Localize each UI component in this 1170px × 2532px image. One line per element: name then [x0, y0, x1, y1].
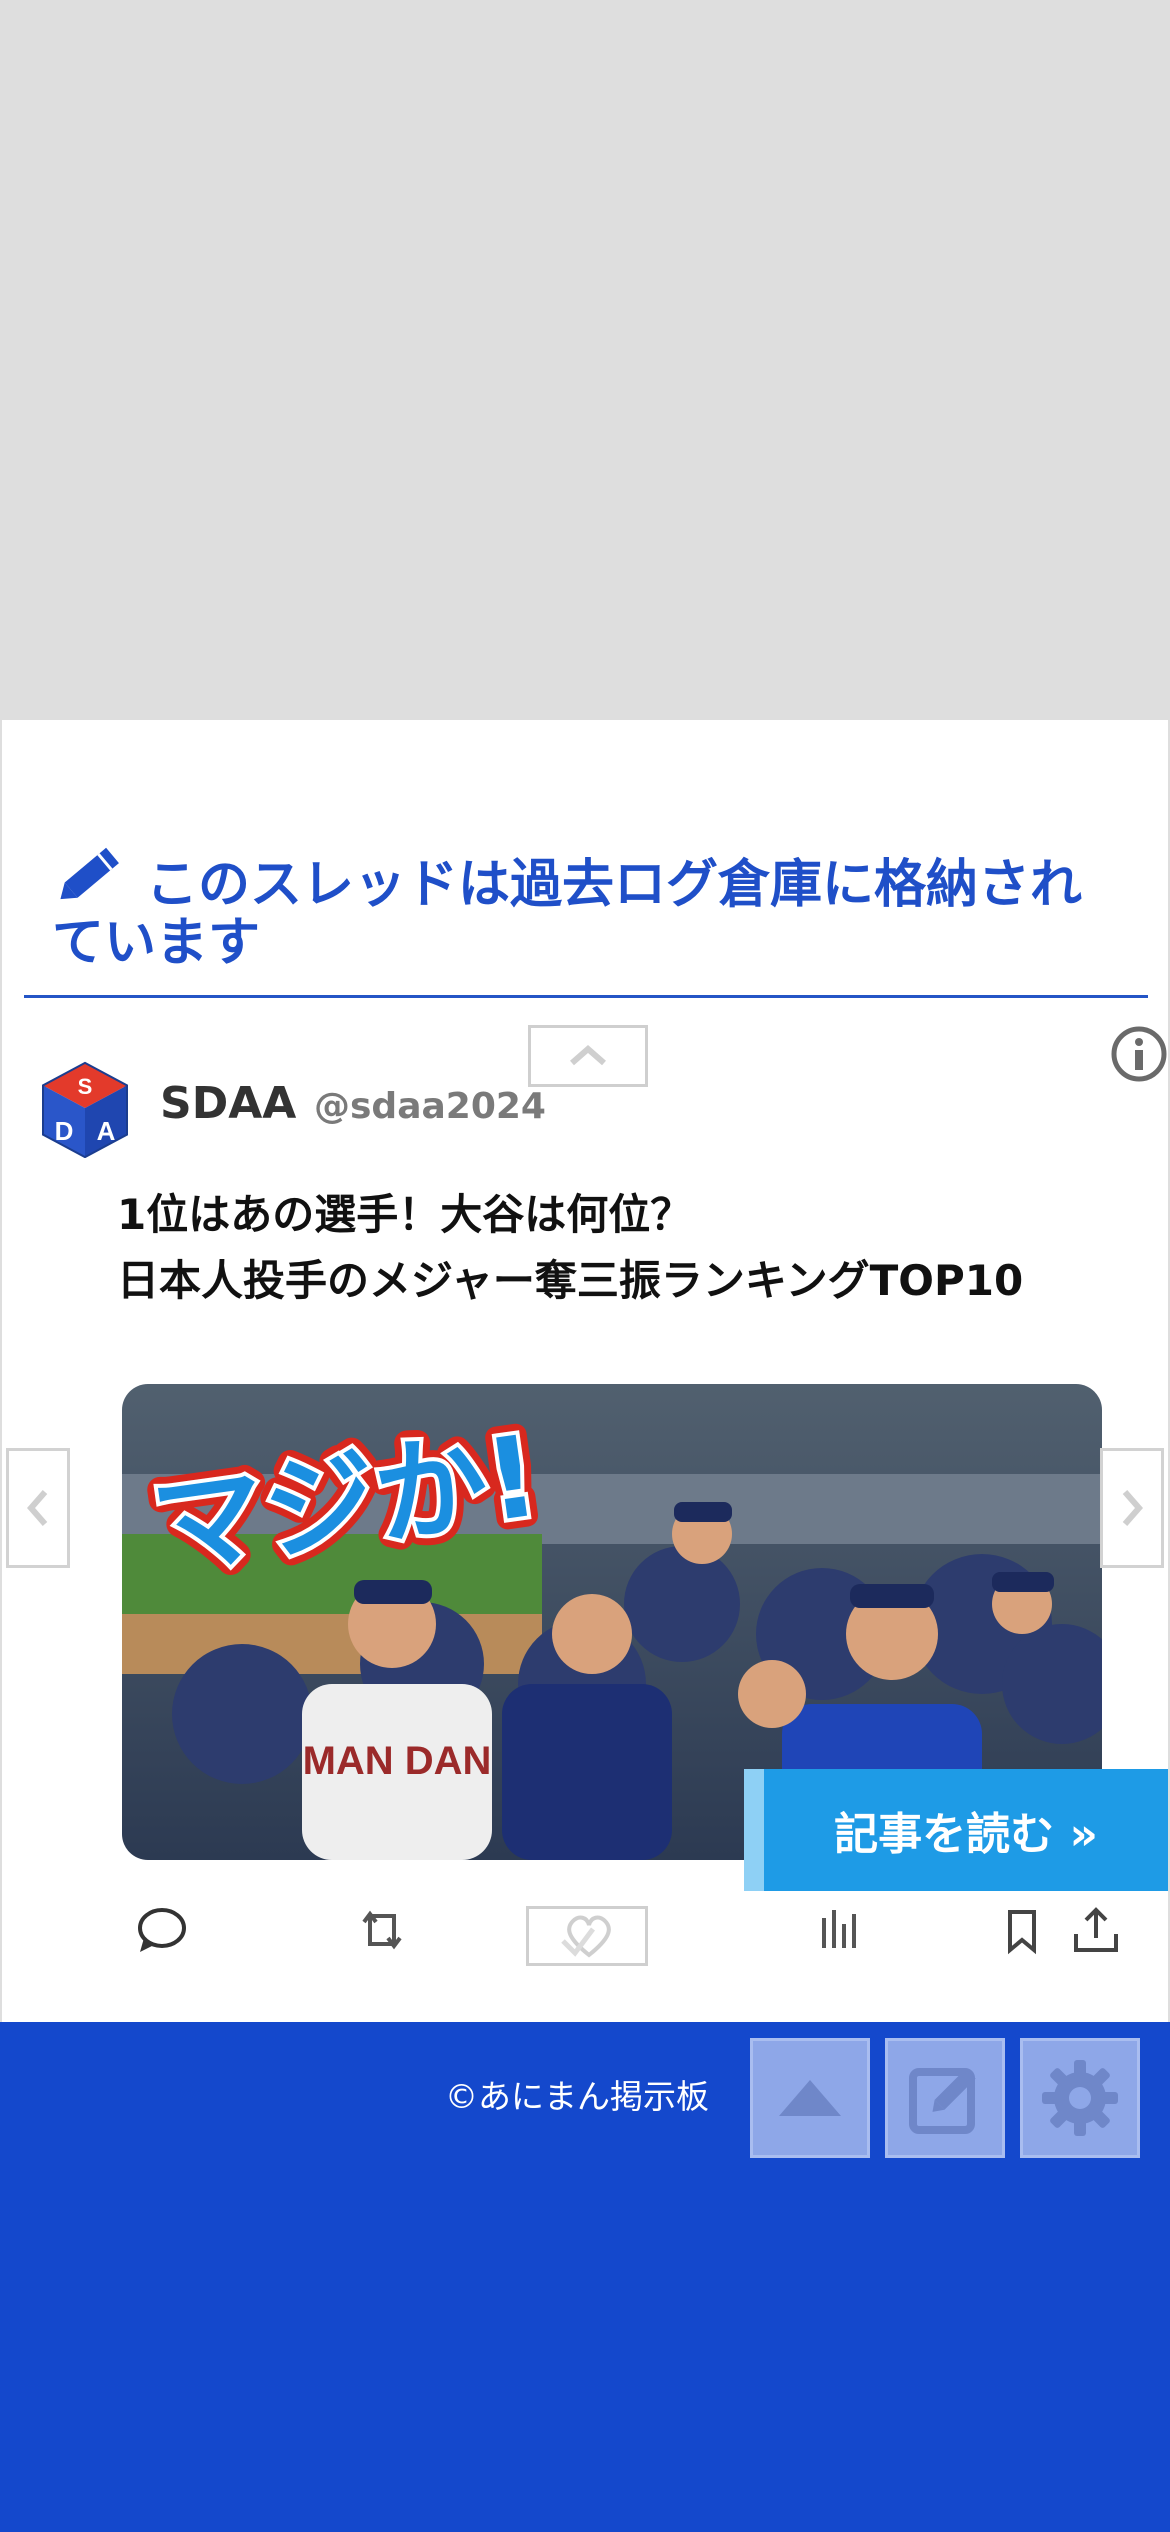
triangle-up-icon — [779, 2080, 841, 2116]
headline-line-2: 日本人投手のメジャー奪三振ランキングTOP10 — [117, 1256, 1024, 1305]
views-icon[interactable] — [812, 1900, 872, 1960]
headline-line-1: 1位はあの選手！大谷は何位？ — [117, 1190, 693, 1239]
scroll-up-button[interactable] — [528, 1025, 648, 1087]
scroll-to-top-button[interactable] — [750, 2038, 870, 2158]
svg-text:S: S — [78, 1074, 93, 1099]
chevron-right-icon — [1122, 1490, 1143, 1526]
post-headline[interactable]: 1位はあの選手！大谷は何位？ 日本人投手のメジャー奪三振ランキングTOP10 — [117, 1182, 1117, 1314]
heart-icon — [561, 1915, 611, 1958]
repost-icon[interactable] — [352, 1900, 412, 1960]
pencil-icon — [60, 847, 119, 900]
chevron-up-icon — [570, 1045, 606, 1066]
post-action-bar — [2, 1900, 1168, 1980]
share-icon[interactable] — [1066, 1900, 1126, 1960]
compose-button[interactable] — [885, 2038, 1005, 2158]
prev-slide-button[interactable] — [6, 1448, 70, 1568]
svg-text:MAN DAN: MAN DAN — [303, 1739, 492, 1783]
copyright-text: ©あにまん掲示板 — [445, 2077, 709, 2116]
account-name[interactable]: SDAA — [160, 1078, 296, 1129]
read-article-label: 記事を読む » — [834, 1809, 1098, 1860]
info-icon[interactable] — [1110, 1025, 1168, 1083]
edit-icon — [909, 2068, 976, 2134]
like-button[interactable] — [526, 1906, 648, 1966]
bookmark-icon[interactable] — [992, 1900, 1052, 1960]
svg-text:A: A — [97, 1116, 116, 1146]
notice-divider — [24, 995, 1148, 998]
settings-button[interactable] — [1020, 2038, 1140, 2158]
account-avatar[interactable]: S D A — [40, 1060, 130, 1158]
reply-icon[interactable] — [132, 1900, 192, 1960]
chevron-left-icon — [27, 1490, 48, 1526]
archive-notice-text: このスレッドは過去ログ倉庫に格納されています — [52, 855, 1083, 973]
site-footer: ©あにまん掲示板 — [0, 2022, 1170, 2532]
account-handle[interactable]: @sdaa2024 — [314, 1086, 546, 1127]
read-article-button[interactable]: 記事を読む » — [744, 1769, 1168, 1891]
archive-notice: このスレッドは過去ログ倉庫に格納されています — [52, 840, 1092, 972]
thread-card: このスレッドは過去ログ倉庫に格納されています S D A SDAA @sdaa2… — [2, 720, 1168, 2022]
svg-text:D: D — [55, 1116, 74, 1146]
gear-icon — [1042, 2060, 1118, 2136]
top-blank-area — [0, 0, 1170, 720]
next-slide-button[interactable] — [1100, 1448, 1164, 1568]
